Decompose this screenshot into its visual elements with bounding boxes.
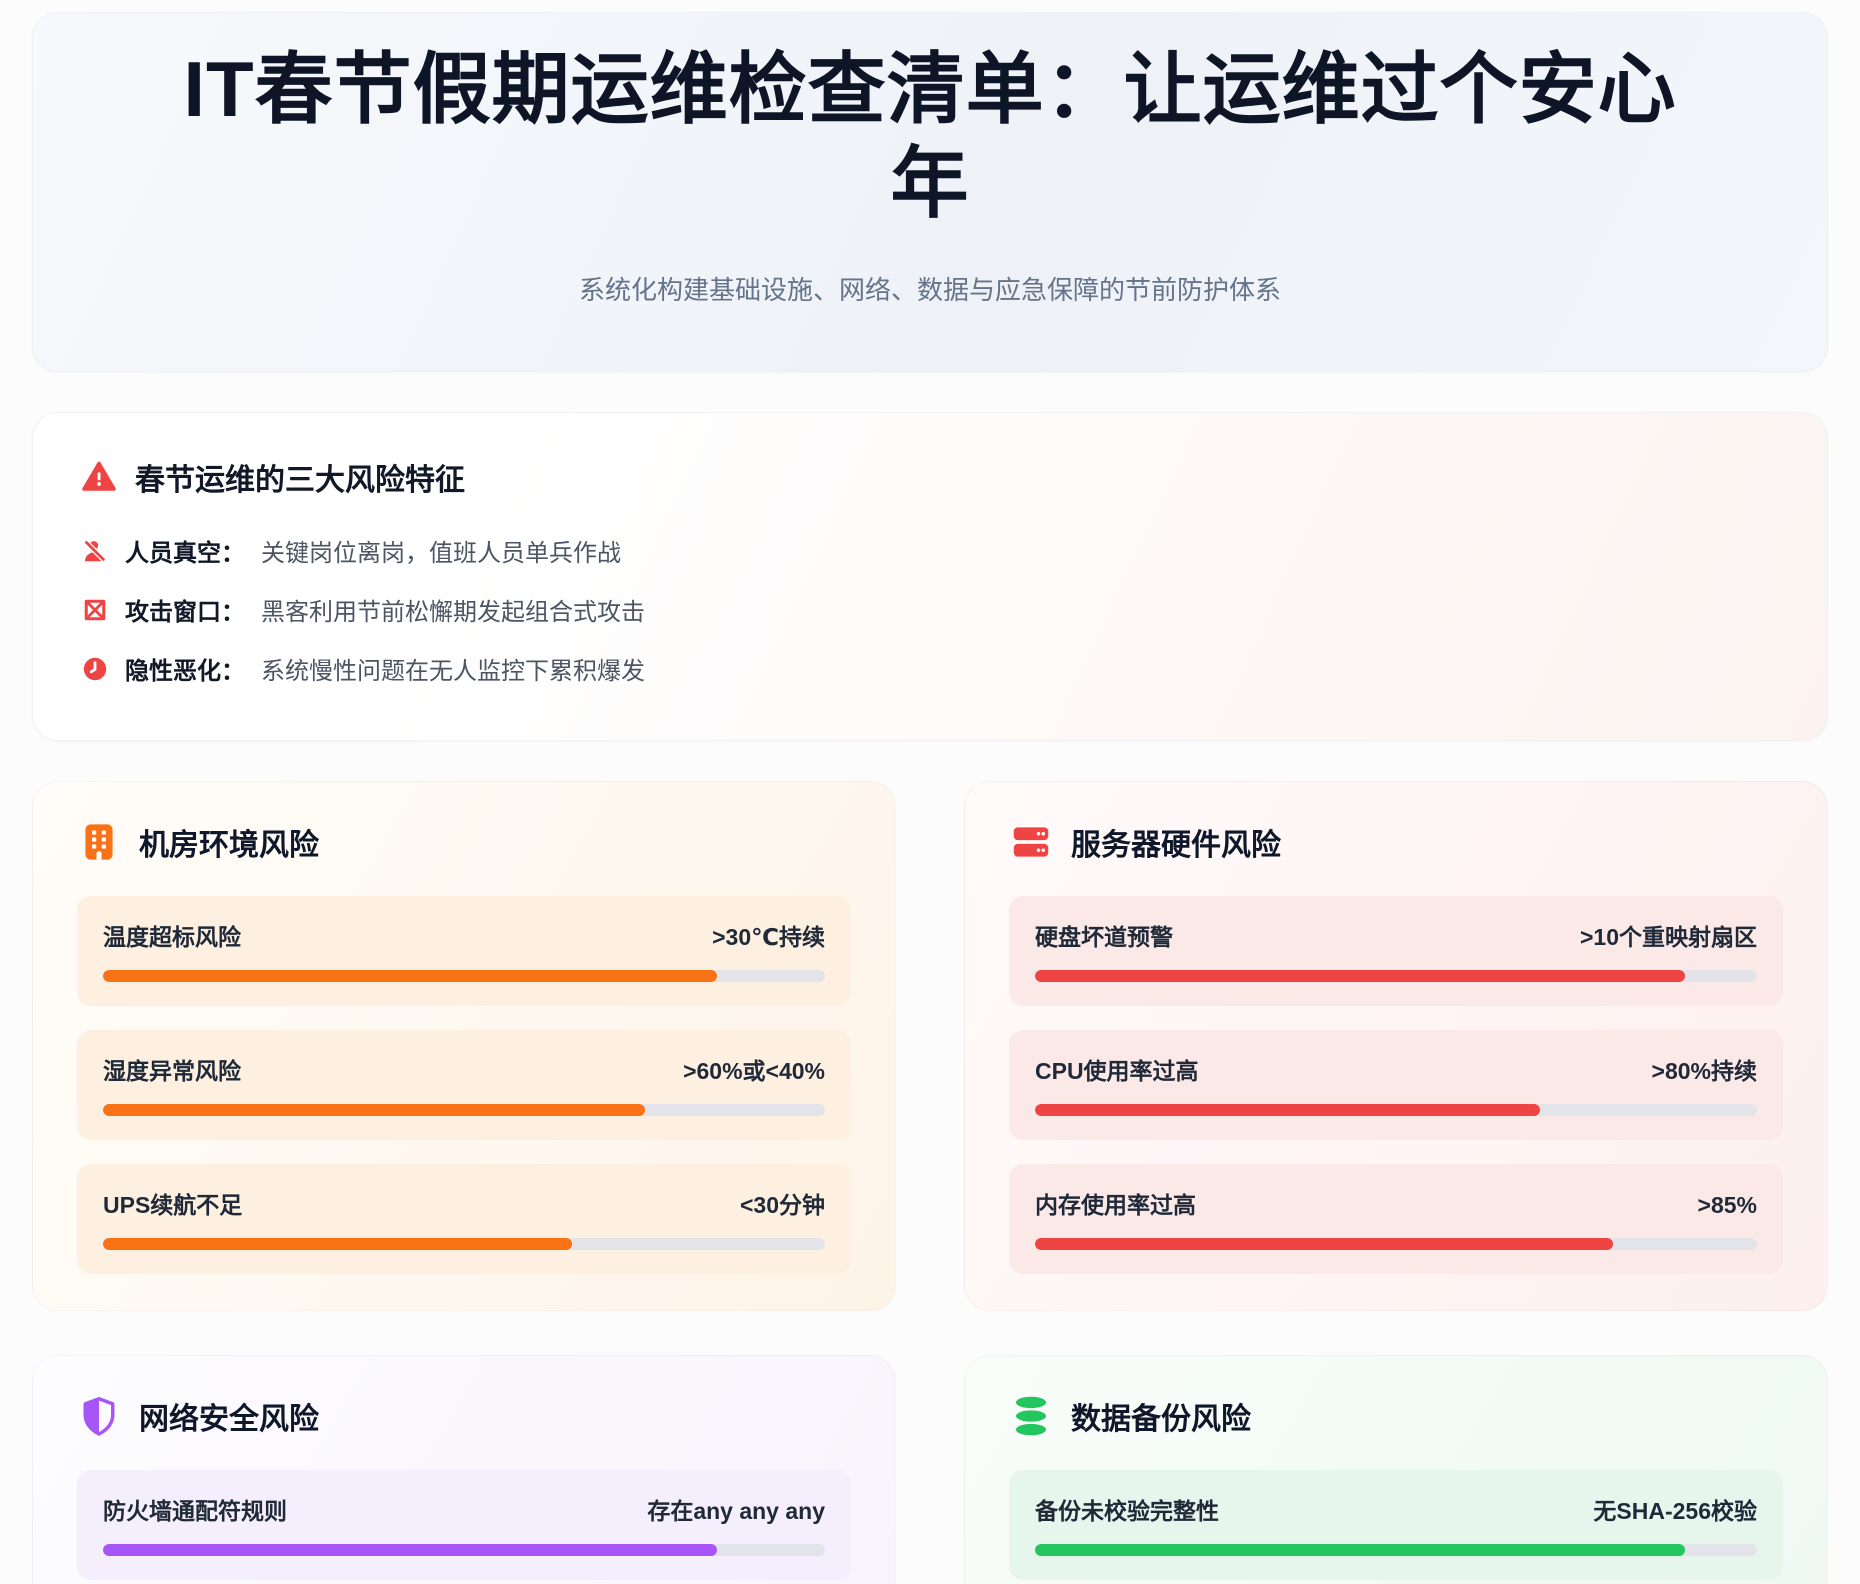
- risk-row-label: CPU使用率过高: [1035, 1052, 1199, 1086]
- risk-row-value: >30℃持续: [712, 918, 825, 952]
- progress-fill: [103, 1104, 645, 1116]
- progress-track: [1035, 1104, 1757, 1116]
- progress-track: [1035, 1544, 1757, 1556]
- risk-overview-card: 春节运维的三大风险特征 人员真空： 关键岗位离岗，值班人员单兵作战: [32, 412, 1828, 741]
- risk-row-label: 备份未校验完整性: [1035, 1492, 1219, 1526]
- progress-track: [103, 1104, 825, 1116]
- risk-card-data-backup: 数据备份风险 备份未校验完整性 无SHA-256校验 未执行恢复演练 从未测试恢…: [964, 1355, 1828, 1584]
- progress-track: [103, 1238, 825, 1250]
- overview-item-desc: 系统慢性问题在无人监控下累积爆发: [261, 651, 645, 686]
- overview-item-attack-window: 攻击窗口： 黑客利用节前松懈期发起组合式攻击: [81, 592, 1779, 627]
- risk-row: 温度超标风险 >30℃持续: [77, 896, 851, 1006]
- attack-window-icon: [81, 596, 109, 624]
- card-header: 机房环境风险: [77, 820, 851, 864]
- progress-fill: [1035, 1544, 1685, 1556]
- hero-card: IT春节假期运维检查清单：让运维过个安心年 系统化构建基础设施、网络、数据与应急…: [32, 12, 1828, 372]
- overview-item-desc: 关键岗位离岗，值班人员单兵作战: [261, 533, 621, 568]
- risk-row-label: 硬盘坏道预警: [1035, 918, 1173, 952]
- database-icon: [1009, 1394, 1053, 1438]
- card-title: 数据备份风险: [1071, 1394, 1251, 1438]
- progress-fill: [1035, 970, 1685, 982]
- progress-fill: [1035, 1104, 1540, 1116]
- risk-row: CPU使用率过高 >80%持续: [1009, 1030, 1783, 1140]
- progress-track: [1035, 970, 1757, 982]
- risk-card-network-security: 网络安全风险 防火墙通配符规则 存在any any any VPN未启用2FA …: [32, 1355, 896, 1584]
- clock-icon: [81, 655, 109, 683]
- risk-card-datacenter-environment: 机房环境风险 温度超标风险 >30℃持续 湿度异常风险 >60%或<40%: [32, 781, 896, 1311]
- risk-row-value: >60%或<40%: [683, 1052, 825, 1086]
- card-header: 数据备份风险: [1009, 1394, 1783, 1438]
- progress-track: [103, 1544, 825, 1556]
- server-icon: [1009, 820, 1053, 864]
- risk-row: 防火墙通配符规则 存在any any any: [77, 1470, 851, 1580]
- progress-fill: [1035, 1238, 1613, 1250]
- overview-item-personnel: 人员真空： 关键岗位离岗，值班人员单兵作战: [81, 533, 1779, 568]
- progress-track: [1035, 1238, 1757, 1250]
- card-title: 服务器硬件风险: [1071, 820, 1281, 864]
- warning-triangle-icon: [81, 459, 117, 495]
- card-title: 网络安全风险: [139, 1394, 319, 1438]
- risk-row-value: 存在any any any: [647, 1492, 825, 1526]
- risk-row-value: <30分钟: [740, 1186, 825, 1220]
- risk-row-value: >10个重映射扇区: [1580, 918, 1757, 952]
- overview-item-desc: 黑客利用节前松懈期发起组合式攻击: [261, 592, 645, 627]
- shield-icon: [77, 1394, 121, 1438]
- risk-row: 备份未校验完整性 无SHA-256校验: [1009, 1470, 1783, 1580]
- page-title: IT春节假期运维检查清单：让运维过个安心年: [150, 43, 1710, 230]
- overview-item-label: 攻击窗口：: [125, 592, 245, 627]
- overview-item-label: 隐性恶化：: [125, 651, 245, 686]
- card-header: 服务器硬件风险: [1009, 820, 1783, 864]
- risk-row-label: UPS续航不足: [103, 1186, 242, 1220]
- user-slash-icon: [81, 537, 109, 565]
- progress-fill: [103, 1544, 717, 1556]
- risk-row-value: 无SHA-256校验: [1593, 1492, 1757, 1526]
- risk-row: 硬盘坏道预警 >10个重映射扇区: [1009, 896, 1783, 1006]
- building-icon: [77, 820, 121, 864]
- risk-row-value: >85%: [1698, 1192, 1757, 1219]
- risk-cards-grid: 机房环境风险 温度超标风险 >30℃持续 湿度异常风险 >60%或<40%: [32, 781, 1828, 1584]
- risk-row: UPS续航不足 <30分钟: [77, 1164, 851, 1274]
- overview-item-label: 人员真空：: [125, 533, 245, 568]
- progress-fill: [103, 1238, 572, 1250]
- overview-item-hidden-degradation: 隐性恶化： 系统慢性问题在无人监控下累积爆发: [81, 651, 1779, 686]
- overview-title-row: 春节运维的三大风险特征: [81, 455, 1779, 499]
- risk-row-label: 湿度异常风险: [103, 1052, 241, 1086]
- risk-row-value: >80%持续: [1652, 1052, 1757, 1086]
- page-subtitle: 系统化构建基础设施、网络、数据与应急保障的节前防护体系: [81, 270, 1779, 307]
- progress-fill: [103, 970, 717, 982]
- progress-track: [103, 970, 825, 982]
- risk-row: 内存使用率过高 >85%: [1009, 1164, 1783, 1274]
- risk-row-label: 防火墙通配符规则: [103, 1492, 287, 1526]
- risk-row: 湿度异常风险 >60%或<40%: [77, 1030, 851, 1140]
- risk-row-label: 内存使用率过高: [1035, 1186, 1196, 1220]
- risk-card-server-hardware: 服务器硬件风险 硬盘坏道预警 >10个重映射扇区 CPU使用率过高 >80%持续: [964, 781, 1828, 1311]
- overview-title: 春节运维的三大风险特征: [135, 455, 465, 499]
- card-header: 网络安全风险: [77, 1394, 851, 1438]
- risk-row-label: 温度超标风险: [103, 918, 241, 952]
- card-title: 机房环境风险: [139, 820, 319, 864]
- page: IT春节假期运维检查清单：让运维过个安心年 系统化构建基础设施、网络、数据与应急…: [0, 0, 1860, 1584]
